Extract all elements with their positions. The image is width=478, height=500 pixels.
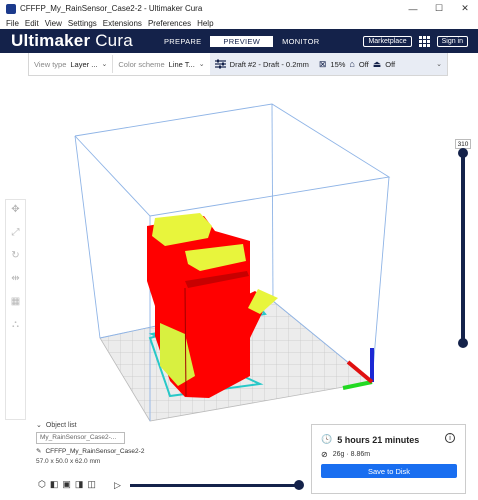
save-to-disk-button[interactable]: Save to Disk xyxy=(321,464,457,478)
print-setup-selector[interactable]: Draft #2 - Draft - 0.2mm ⊠ 15% ⌂ Off ⏏ O… xyxy=(209,53,447,75)
brand-logo: Ultimaker Cura xyxy=(11,31,133,51)
object-list-toggle[interactable]: ⌄ Object list xyxy=(36,421,144,430)
simulation-bar: ▷ xyxy=(114,479,304,493)
preview-toolbar: View type Layer ... ⌄ Color scheme Line … xyxy=(28,53,448,76)
per-model-settings-icon[interactable]: ▦ xyxy=(11,296,20,307)
color-scheme-value: Line T... xyxy=(168,59,195,69)
menu-edit[interactable]: Edit xyxy=(25,19,39,28)
material-usage: 26g · 8.86m xyxy=(332,451,371,458)
object-name-field[interactable]: My_RainSensor_Case2-... xyxy=(36,432,125,444)
profile-name: Draft #2 - Draft - 0.2mm xyxy=(229,59,309,69)
object-dimensions: 57.0 x 50.0 x 62.0 mm xyxy=(36,458,101,465)
close-button[interactable]: ✕ xyxy=(452,0,478,17)
menu-preferences[interactable]: Preferences xyxy=(148,19,191,28)
clock-icon: 🕓 xyxy=(321,434,333,444)
layer-upper-handle[interactable] xyxy=(458,148,468,158)
color-scheme-label: Color scheme xyxy=(118,59,165,69)
print-info-card: 🕓 5 hours 21 minutes i ⊘ 26g · 8.86m Sav… xyxy=(311,424,466,494)
stage-tabs: PREPARE PREVIEW MONITOR xyxy=(155,36,328,47)
minimize-button[interactable]: — xyxy=(400,0,426,17)
chevron-down-icon: ⌄ xyxy=(198,61,205,68)
infill-value: 15% xyxy=(330,59,346,69)
menu-bar: File Edit View Settings Extensions Prefe… xyxy=(0,17,478,29)
scale-icon[interactable]: ⤢ xyxy=(12,227,20,238)
chevron-down-icon: ⌄ xyxy=(101,61,108,68)
cura-app-icon xyxy=(6,3,16,14)
menu-help[interactable]: Help xyxy=(197,19,213,28)
view-type-label: View type xyxy=(34,59,67,69)
menu-extensions[interactable]: Extensions xyxy=(103,19,142,28)
adhesion-icon: ⏏ xyxy=(372,58,382,69)
support-blocker-icon[interactable]: ⛬ xyxy=(12,319,19,330)
material-row: ⊘ 26g · 8.86m xyxy=(321,450,370,459)
mirror-icon[interactable]: ⇹ xyxy=(11,273,19,284)
tab-monitor[interactable]: MONITOR xyxy=(273,36,328,47)
marketplace-button[interactable]: Marketplace xyxy=(363,36,412,47)
color-scheme-selector[interactable]: Color scheme Line T... ⌄ xyxy=(113,53,209,75)
apps-grid-icon[interactable] xyxy=(418,36,430,47)
tab-prepare[interactable]: PREPARE xyxy=(155,36,210,47)
view-type-value: Layer ... xyxy=(70,59,98,69)
simulation-track[interactable] xyxy=(130,484,300,487)
menu-view[interactable]: View xyxy=(45,19,62,28)
layer-slider[interactable]: 310 xyxy=(455,139,471,354)
object-list-panel: ⌄ Object list My_RainSensor_Case2-... ✎ … xyxy=(36,421,144,465)
print-time-row: 🕓 5 hours 21 minutes xyxy=(321,434,419,445)
object-name-row: ✎ CFFFP_My_RainSensor_Case2-2 xyxy=(36,447,145,456)
header-right: Marketplace Sign in xyxy=(363,36,468,47)
side-toolbar: ✥ ⤢ ↻ ⇹ ▦ ⛬ xyxy=(5,199,26,420)
adhesion-value: Off xyxy=(385,59,396,69)
top-view-icon[interactable]: ▣ xyxy=(62,479,71,490)
app-header: Ultimaker Cura PREPARE PREVIEW MONITOR M… xyxy=(0,29,478,53)
support-icon: ⌂ xyxy=(349,59,355,69)
left-view-icon[interactable]: ◨ xyxy=(75,479,84,490)
3d-view-icon[interactable]: ⬡ xyxy=(38,479,46,490)
filament-spool-icon: ⊘ xyxy=(321,450,328,459)
chevron-down-icon: ⌄ xyxy=(436,61,442,68)
front-view-icon[interactable]: ◧ xyxy=(50,479,59,490)
window-controls: — ☐ ✕ xyxy=(400,0,478,17)
rotate-icon[interactable]: ↻ xyxy=(11,250,19,261)
object-list-header: Object list xyxy=(45,421,77,429)
simulation-handle[interactable] xyxy=(294,480,304,490)
window-titlebar: CFFFP_My_RainSensor_Case2-2 - Ultimaker … xyxy=(0,0,478,17)
brand-name-light: Cura xyxy=(90,31,133,50)
sliders-icon xyxy=(214,59,226,69)
layer-lower-handle[interactable] xyxy=(458,338,468,348)
pencil-icon[interactable]: ✎ xyxy=(36,447,41,455)
support-value: Off xyxy=(358,59,369,69)
infill-icon: ⊠ xyxy=(318,58,327,69)
play-icon[interactable]: ▷ xyxy=(114,480,121,491)
view-type-selector[interactable]: View type Layer ... ⌄ xyxy=(29,53,112,75)
menu-settings[interactable]: Settings xyxy=(68,19,97,28)
camera-view-buttons: ⬡ ◧ ▣ ◨ ◫ xyxy=(38,479,96,490)
brand-name-bold: Ultimaker xyxy=(11,31,91,50)
tab-preview[interactable]: PREVIEW xyxy=(210,36,274,47)
layer-slider-track[interactable] xyxy=(461,153,465,343)
print-time: 5 hours 21 minutes xyxy=(337,434,420,445)
info-icon[interactable]: i xyxy=(445,433,455,443)
right-view-icon[interactable]: ◫ xyxy=(87,479,96,490)
menu-file[interactable]: File xyxy=(6,19,19,28)
chevron-down-icon: ⌄ xyxy=(36,422,42,429)
maximize-button[interactable]: ☐ xyxy=(426,0,452,17)
window-title: CFFFP_My_RainSensor_Case2-2 - Ultimaker … xyxy=(20,4,203,13)
object-name: CFFFP_My_RainSensor_Case2-2 xyxy=(45,447,145,455)
sign-in-button[interactable]: Sign in xyxy=(436,36,468,47)
move-icon[interactable]: ✥ xyxy=(11,204,19,215)
